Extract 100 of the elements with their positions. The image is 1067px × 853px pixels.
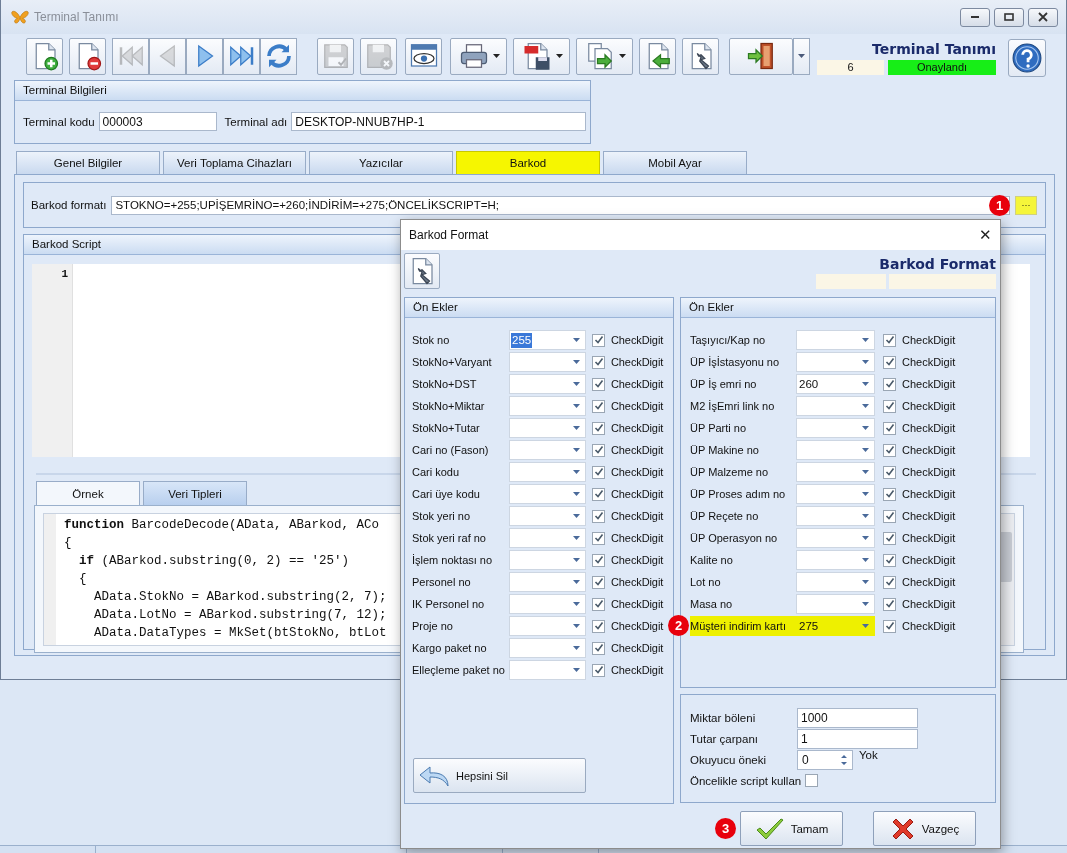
toolbar-button[interactable] bbox=[405, 37, 442, 75]
text-field[interactable]: 000003 bbox=[98, 112, 217, 131]
checkbox[interactable] bbox=[883, 619, 896, 633]
checkbox[interactable] bbox=[592, 575, 605, 589]
tab[interactable]: Veri Toplama Cihazları bbox=[163, 151, 306, 174]
ok-button[interactable]: Tamam bbox=[740, 811, 843, 846]
toolbar-button[interactable] bbox=[450, 37, 507, 75]
dropdown-field[interactable] bbox=[509, 484, 586, 504]
dropdown-field[interactable] bbox=[796, 396, 875, 416]
checkbox[interactable] bbox=[592, 531, 605, 545]
toolbar-button[interactable] bbox=[186, 37, 223, 75]
dropdown-field[interactable] bbox=[796, 528, 875, 548]
checkbox[interactable] bbox=[805, 774, 819, 787]
close-button[interactable] bbox=[1028, 7, 1058, 27]
checkbox[interactable] bbox=[883, 377, 896, 391]
dropdown-field[interactable] bbox=[796, 462, 875, 482]
minimize-button[interactable] bbox=[960, 7, 990, 27]
dropdown-button[interactable] bbox=[793, 37, 810, 75]
dropdown-field[interactable] bbox=[509, 660, 586, 680]
dropdown-field[interactable] bbox=[796, 572, 875, 592]
field-label: Proje no bbox=[412, 619, 454, 634]
dropdown-field[interactable] bbox=[796, 506, 875, 526]
toolbar-button[interactable] bbox=[404, 253, 440, 289]
tab[interactable]: Veri Tipleri bbox=[143, 481, 247, 505]
checkbox[interactable] bbox=[592, 487, 605, 501]
dropdown-field[interactable] bbox=[796, 418, 875, 438]
checkbox[interactable] bbox=[883, 597, 896, 611]
checkbox[interactable] bbox=[883, 487, 896, 501]
toolbar-button[interactable] bbox=[576, 37, 633, 75]
checkbox[interactable] bbox=[592, 619, 605, 633]
checkbox[interactable] bbox=[883, 465, 896, 479]
dropdown-field[interactable] bbox=[509, 462, 586, 482]
text-field[interactable]: 1000 bbox=[797, 707, 918, 728]
checkbox[interactable] bbox=[592, 509, 605, 523]
tab[interactable]: Genel Bilgiler bbox=[16, 151, 160, 174]
dropdown-field[interactable] bbox=[796, 352, 875, 372]
clear-all-button[interactable]: Hepsini Sil bbox=[413, 758, 586, 793]
checkbox[interactable] bbox=[592, 377, 605, 391]
checkbox[interactable] bbox=[883, 421, 896, 435]
checkbox[interactable] bbox=[592, 597, 605, 611]
checkbox[interactable] bbox=[883, 575, 896, 589]
tab[interactable]: Mobil Ayar bbox=[603, 151, 747, 174]
checkbox[interactable] bbox=[883, 333, 896, 347]
toolbar-button[interactable] bbox=[682, 37, 719, 75]
help-button[interactable] bbox=[1008, 39, 1046, 77]
restore-button[interactable] bbox=[994, 7, 1024, 27]
checkbox[interactable] bbox=[592, 333, 605, 347]
checkbox[interactable] bbox=[883, 531, 896, 545]
text-field[interactable]: 1 bbox=[797, 728, 918, 749]
dropdown-field[interactable] bbox=[509, 440, 586, 460]
dropdown-field[interactable]: 260 bbox=[796, 374, 875, 394]
form-title: Terminal Tanımı bbox=[872, 41, 996, 57]
checkbox-label: CheckDigit bbox=[902, 510, 956, 522]
checkbox[interactable] bbox=[592, 553, 605, 567]
ellipsis-button[interactable]: ··· bbox=[1015, 195, 1037, 215]
dropdown-field[interactable] bbox=[796, 330, 875, 350]
toolbar-button[interactable] bbox=[639, 37, 676, 75]
checkbox[interactable] bbox=[883, 509, 896, 523]
dropdown-field[interactable] bbox=[509, 550, 586, 570]
checkbox[interactable] bbox=[592, 465, 605, 479]
dropdown-field[interactable] bbox=[509, 418, 586, 438]
checkbox[interactable] bbox=[592, 443, 605, 457]
checkbox[interactable] bbox=[883, 553, 896, 567]
dropdown-field[interactable] bbox=[796, 594, 875, 614]
cancel-button[interactable]: Vazgeç bbox=[873, 811, 976, 846]
dropdown-field[interactable] bbox=[509, 616, 586, 636]
text-field[interactable]: DESKTOP-NNUB7HP-1 bbox=[291, 112, 586, 131]
dropdown-field[interactable] bbox=[509, 396, 586, 416]
dropdown-field[interactable] bbox=[509, 638, 586, 658]
checkbox[interactable] bbox=[883, 443, 896, 457]
toolbar-button[interactable] bbox=[513, 37, 570, 75]
toolbar-button[interactable] bbox=[223, 37, 260, 75]
toolbar-button[interactable] bbox=[26, 37, 63, 75]
field-label: İşlem noktası no bbox=[412, 553, 494, 568]
checkbox[interactable] bbox=[883, 355, 896, 369]
dropdown-field[interactable]: 255 bbox=[509, 330, 586, 350]
checkbox[interactable] bbox=[883, 399, 896, 413]
toolbar-button[interactable] bbox=[69, 37, 106, 75]
dropdown-field[interactable] bbox=[796, 484, 875, 504]
tab[interactable]: Yazıcılar bbox=[309, 151, 453, 174]
dropdown-field[interactable] bbox=[796, 550, 875, 570]
value-note: Yok bbox=[859, 749, 878, 761]
checkbox[interactable] bbox=[592, 355, 605, 369]
spin-field[interactable]: 0 bbox=[797, 749, 853, 770]
checkbox[interactable] bbox=[592, 663, 605, 677]
tab[interactable]: Örnek bbox=[36, 481, 140, 505]
checkbox[interactable] bbox=[592, 421, 605, 435]
checkbox[interactable] bbox=[592, 641, 605, 655]
dropdown-field[interactable] bbox=[509, 528, 586, 548]
toolbar-button[interactable] bbox=[729, 37, 793, 75]
caret-icon bbox=[573, 448, 580, 452]
dropdown-field[interactable] bbox=[509, 572, 586, 592]
dropdown-field[interactable] bbox=[796, 440, 875, 460]
dropdown-field[interactable] bbox=[509, 506, 586, 526]
dropdown-field[interactable] bbox=[509, 352, 586, 372]
checkbox[interactable] bbox=[592, 399, 605, 413]
dropdown-field[interactable] bbox=[509, 374, 586, 394]
dropdown-field[interactable] bbox=[509, 594, 586, 614]
tab[interactable]: Barkod bbox=[456, 151, 600, 174]
toolbar-button[interactable] bbox=[260, 37, 297, 75]
